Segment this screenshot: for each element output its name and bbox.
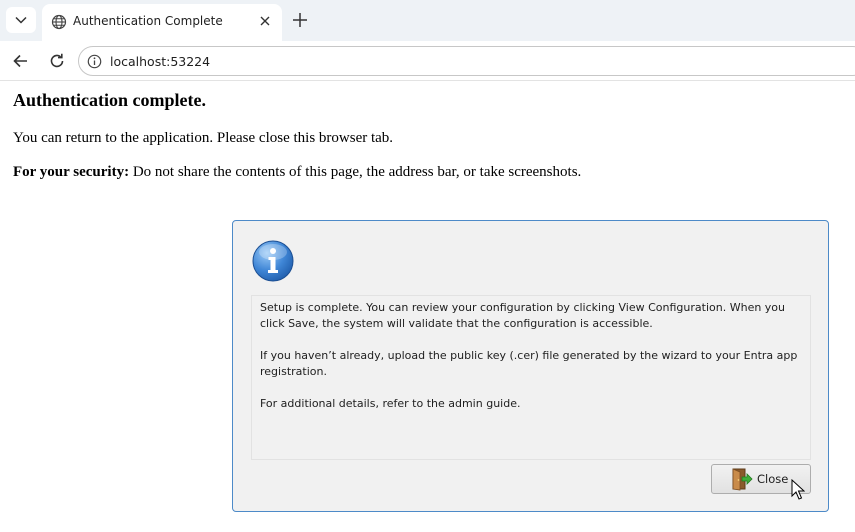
reload-icon[interactable] (47, 51, 67, 71)
info-icon (252, 240, 294, 282)
mouse-cursor-icon (791, 479, 805, 500)
security-label: For your security: (13, 164, 130, 180)
tab-title: Authentication Complete (73, 14, 223, 28)
security-text: Do not share the contents of this page, … (129, 164, 582, 180)
globe-icon (51, 14, 67, 30)
page-message: You can return to the application. Pleas… (13, 130, 394, 146)
dialog-paragraph-1: Setup is complete. You can review your c… (260, 301, 786, 330)
dialog-paragraph-2: If you haven’t already, upload the publi… (260, 349, 798, 378)
url-text: localhost:53224 (110, 54, 211, 69)
browser-toolbar: localhost:53224 (0, 41, 855, 81)
security-notice: For your security: Do not share the cont… (13, 164, 581, 181)
chevron-down-icon (15, 16, 27, 24)
page-title: Authentication complete. (13, 90, 206, 110)
tab-strip: Authentication Complete (0, 0, 855, 41)
exit-door-icon (732, 468, 753, 491)
site-info-icon[interactable] (87, 54, 102, 69)
tab-search-button[interactable] (6, 7, 36, 33)
new-tab-icon[interactable] (290, 10, 310, 30)
browser-tab[interactable]: Authentication Complete (42, 4, 282, 41)
dialog-paragraph-3: For additional details, refer to the adm… (260, 397, 521, 410)
close-tab-icon[interactable] (258, 14, 272, 28)
dialog-message: Setup is complete. You can review your c… (251, 295, 811, 460)
back-arrow-icon[interactable] (11, 51, 31, 71)
address-bar[interactable]: localhost:53224 (78, 46, 855, 76)
setup-complete-dialog: Setup is complete. You can review your c… (232, 220, 829, 512)
close-button-label: Close (757, 472, 789, 486)
